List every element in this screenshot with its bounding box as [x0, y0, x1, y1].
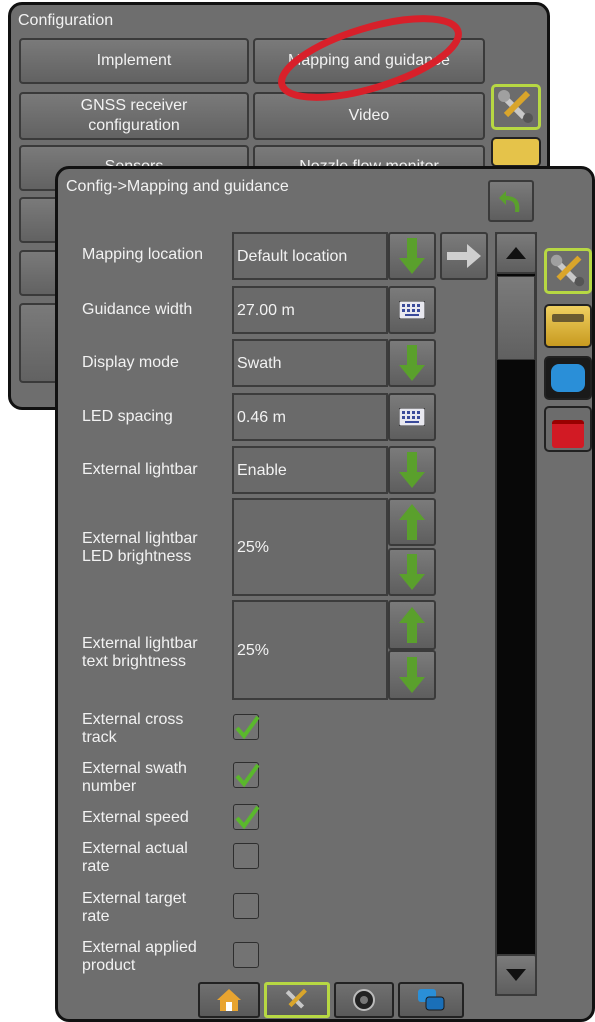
keyboard-icon	[399, 408, 425, 426]
back-arrow-icon	[499, 191, 520, 212]
tools-icon	[285, 988, 307, 1009]
check-icon	[235, 763, 260, 788]
camera-icon	[353, 989, 375, 1011]
guidance-width-label: Guidance width	[82, 301, 193, 318]
led-brightness-label-1: External lightbar	[82, 530, 198, 547]
external-cross-track-checkbox[interactable]	[233, 714, 260, 740]
check-icon	[235, 805, 260, 830]
external-target-rate-checkbox[interactable]	[233, 893, 259, 919]
configuration-title: Configuration	[18, 12, 114, 29]
external-swath-number-label-1: External swath	[82, 760, 187, 777]
external-lightbar-field[interactable]: Enable	[232, 446, 388, 494]
text-brightness-down-button[interactable]	[388, 650, 436, 700]
up-arrow-icon	[399, 504, 425, 540]
external-speed-checkbox[interactable]	[233, 804, 260, 830]
external-applied-product-label-2: product	[82, 957, 136, 974]
text-brightness-label-1: External lightbar	[82, 635, 198, 652]
display-mode-label: Display mode	[82, 354, 179, 371]
toolbox-icon[interactable]	[544, 406, 592, 452]
triangle-down-icon	[506, 969, 526, 981]
down-arrow-icon	[399, 238, 425, 274]
external-applied-product-label-1: External applied	[82, 939, 197, 956]
external-lightbar-dropdown[interactable]	[388, 446, 436, 494]
text-brightness-field[interactable]: 25%	[232, 600, 388, 700]
mapping-location-dropdown[interactable]	[388, 232, 436, 280]
guidance-width-field[interactable]: 27.00 m	[232, 286, 388, 334]
led-brightness-up-button[interactable]	[388, 498, 436, 546]
external-actual-rate-label-1: External actual	[82, 840, 188, 857]
check-icon	[235, 715, 260, 740]
console-icon[interactable]	[491, 137, 541, 167]
up-arrow-icon	[399, 607, 425, 643]
back-button[interactable]	[488, 180, 534, 222]
external-actual-rate-checkbox[interactable]	[233, 843, 259, 869]
text-brightness-label-2: text brightness	[82, 653, 187, 670]
text-brightness-up-button[interactable]	[388, 600, 436, 650]
home-tab[interactable]	[198, 982, 260, 1018]
scroll-up-button[interactable]	[495, 232, 537, 274]
external-swath-number-label-2: number	[82, 778, 137, 795]
external-actual-rate-label-2: rate	[82, 858, 110, 875]
down-arrow-icon	[399, 452, 425, 488]
camera-tab[interactable]	[334, 982, 394, 1018]
external-applied-product-checkbox[interactable]	[233, 942, 259, 968]
external-swath-number-checkbox[interactable]	[233, 762, 260, 788]
right-arrow-icon	[447, 244, 481, 268]
screen-icon[interactable]	[544, 356, 592, 400]
external-speed-label: External speed	[82, 809, 189, 826]
scroll-thumb[interactable]	[497, 276, 535, 360]
mapping-location-field[interactable]: Default location	[232, 232, 388, 280]
led-brightness-field[interactable]: 25%	[232, 498, 388, 596]
keyboard-icon	[399, 301, 425, 319]
triangle-up-icon	[506, 247, 526, 259]
led-brightness-down-button[interactable]	[388, 548, 436, 596]
guidance-width-keyboard-button[interactable]	[388, 286, 436, 334]
panel-title: Config->Mapping and guidance	[66, 178, 289, 195]
led-brightness-label-2: LED brightness	[82, 548, 192, 565]
down-arrow-icon	[399, 345, 425, 381]
external-target-rate-label-2: rate	[82, 908, 110, 925]
tools-icon[interactable]	[544, 248, 592, 294]
home-icon	[217, 989, 241, 1011]
external-target-rate-label-1: External target	[82, 890, 187, 907]
console-icon[interactable]	[544, 304, 592, 348]
down-arrow-icon	[399, 554, 425, 590]
led-spacing-label: LED spacing	[82, 408, 173, 425]
display-mode-dropdown[interactable]	[388, 339, 436, 387]
tools-icon[interactable]	[491, 84, 541, 130]
external-cross-track-label-2: track	[82, 729, 117, 746]
down-arrow-icon	[399, 657, 425, 693]
windows-tab[interactable]	[398, 982, 464, 1018]
mapping-location-label: Mapping location	[82, 246, 203, 263]
tools-tab[interactable]	[264, 982, 330, 1018]
gnss-receiver-button[interactable]: GNSS receiver configuration	[19, 92, 249, 140]
implement-button[interactable]: Implement	[19, 38, 249, 84]
mapping-location-next-button[interactable]	[440, 232, 488, 280]
led-spacing-field[interactable]: 0.46 m	[232, 393, 388, 441]
external-cross-track-label-1: External cross	[82, 711, 184, 728]
highlight-ellipse	[278, 15, 462, 101]
windows-icon	[418, 989, 445, 1011]
display-mode-field[interactable]: Swath	[232, 339, 388, 387]
scroll-down-button[interactable]	[495, 954, 537, 996]
led-spacing-keyboard-button[interactable]	[388, 393, 436, 441]
external-lightbar-label: External lightbar	[82, 461, 198, 478]
